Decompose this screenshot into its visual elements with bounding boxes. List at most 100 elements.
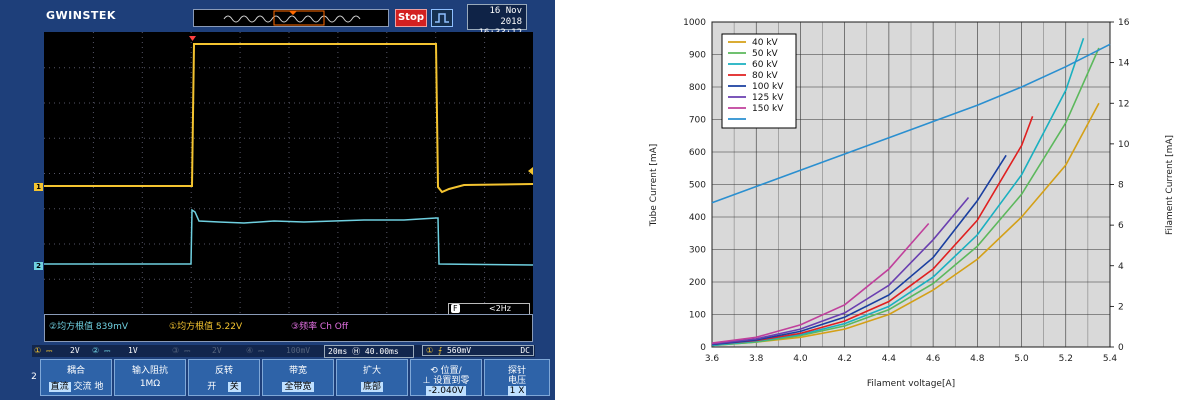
ch3-scale: 2V <box>212 346 222 355</box>
trigger-coupling: DC <box>520 346 530 355</box>
ch2-marker[interactable]: 2 <box>34 262 43 270</box>
y-tick-label: 700 <box>689 116 706 126</box>
coupling-ac: 交流 <box>73 382 92 392</box>
ch2-scale: 1V <box>128 346 138 355</box>
invert-on: 开 <box>207 382 217 392</box>
menu-expand-button[interactable]: 扩大 底部 <box>336 359 408 396</box>
menu-probe-title: 探针 <box>507 366 526 376</box>
position-set-zero: ⊥ 设置到零 <box>422 376 470 386</box>
y2-tick-label: 8 <box>1118 181 1124 191</box>
x-tick-label: 3.6 <box>705 354 720 364</box>
waveform-overview[interactable] <box>193 9 389 27</box>
y-tick-label: 800 <box>689 83 706 93</box>
y2-tick-label: 14 <box>1118 59 1130 69</box>
measurement-ch1-rms: ①均方根值 5.22V <box>169 322 243 332</box>
trigger-badge: F <box>451 304 460 313</box>
legend-label: 60 kV <box>752 60 779 70</box>
menu-bandwidth-title: 带宽 <box>288 366 307 376</box>
invert-off: 关 <box>227 382 241 392</box>
expand-bottom: 底部 <box>360 382 383 392</box>
coupling-gnd: 地 <box>94 382 104 392</box>
x-tick-label: 5.2 <box>1059 354 1073 364</box>
menu-bandwidth-button[interactable]: 带宽 全带宽 <box>262 359 334 396</box>
ch4-scale-icon: ④ ⎓ <box>246 346 265 355</box>
overview-window <box>273 10 325 26</box>
menu-probe-button[interactable]: 探针 电压 1 X <box>484 359 550 396</box>
trigger-level: 560mV <box>446 346 472 355</box>
ch1-scale-icon: ① ⎓ <box>34 346 53 355</box>
waveform-display[interactable]: F <2Hz <box>44 32 534 315</box>
coupling-dc: 直流 <box>48 382 71 392</box>
y2-tick-label: 0 <box>1118 343 1124 353</box>
menu-position-title: ⟲ 位置/ <box>430 366 462 376</box>
ch4-scale: 100mV <box>286 346 311 355</box>
oscilloscope-screenshot: GWINSTEK Stop 16 Nov 2018 16:33:12 1 2 <box>0 0 555 400</box>
overview-waveform <box>223 10 361 26</box>
legend: 40 kV50 kV60 kV80 kV100 kV125 kV150 kV <box>721 33 797 129</box>
menu-coupling-button[interactable]: 耦合 直流 交流 地 <box>40 359 112 396</box>
menu-impedance-button[interactable]: 输入阻抗 1MΩ <box>114 359 186 396</box>
position-value: -2.040V <box>426 386 466 396</box>
legend-label: 100 kV <box>752 82 784 92</box>
trigger-frequency: <2Hz <box>488 304 511 313</box>
trigger-box: ① ⨍ 560mV DC <box>422 345 534 356</box>
datetime-display: 16 Nov 2018 16:33:12 <box>467 4 527 38</box>
y2-tick-label: 4 <box>1118 262 1124 272</box>
date-text: 16 Nov 2018 <box>489 6 522 27</box>
x-tick-label: 4.0 <box>793 354 808 364</box>
y-tick-label: 100 <box>689 311 706 321</box>
status-bar: ① ⎓ 2V ② ⎓ 1V ③ ⎓ 2V ④ ⎓ 100mV 20ms Ⓗ 40… <box>32 345 535 358</box>
y-tick-label: 900 <box>689 51 706 61</box>
y2-tick-label: 6 <box>1118 221 1124 231</box>
y2-axis-label: Filament Current [mA] <box>1165 135 1175 235</box>
x-tick-label: 3.8 <box>749 354 764 364</box>
menu-channel-number: 2 <box>30 359 38 396</box>
y-tick-label: 0 <box>700 343 706 353</box>
legend-label: 40 kV <box>752 38 779 48</box>
channel-menu: 2 耦合 直流 交流 地 输入阻抗 1MΩ 反转 开 关 带宽 全带宽 扩大 底… <box>30 359 550 397</box>
ch1-marker[interactable]: 1 <box>34 183 43 191</box>
x-axis-label: Filament voltage[A] <box>867 379 955 389</box>
x-tick-label: 4.4 <box>882 354 897 364</box>
bandwidth-full: 全带宽 <box>282 382 314 392</box>
ch2-scale-icon: ② ⎓ <box>92 346 111 355</box>
trigger-source-icon: ① ⨍ <box>426 346 447 355</box>
trigger-markers <box>189 36 533 175</box>
menu-coupling-title: 耦合 <box>66 366 85 376</box>
legend-label: 125 kV <box>752 93 784 103</box>
impedance-value: 1MΩ <box>139 379 161 389</box>
x-tick-label: 4.8 <box>970 354 985 364</box>
y-tick-label: 400 <box>689 213 706 223</box>
stop-button[interactable]: Stop <box>395 9 427 27</box>
graticule-grid <box>44 32 530 313</box>
y2-tick-label: 12 <box>1118 99 1129 109</box>
h-position-icon: Ⓗ <box>352 347 365 356</box>
x-tick-label: 4.2 <box>838 354 852 364</box>
h-position: 40.00ms <box>364 347 399 356</box>
measurement-frequency: ③频率 Ch Off <box>291 322 349 332</box>
probe-attenuation: 1 X <box>507 386 527 396</box>
measurement-bar: ②均方根值 839mV ①均方根值 5.22V ③频率 Ch Off <box>44 314 533 342</box>
y-tick-label: 200 <box>689 278 706 288</box>
y-axis-label: Tube Current [mA] <box>649 144 659 228</box>
menu-impedance-title: 输入阻抗 <box>131 366 168 376</box>
probe-type: 电压 <box>507 376 526 386</box>
y2-tick-label: 16 <box>1118 18 1130 28</box>
menu-position-button[interactable]: ⟲ 位置/ ⊥ 设置到零 -2.040V <box>410 359 482 396</box>
waveform-graticule <box>44 32 534 313</box>
menu-invert-button[interactable]: 反转 开 关 <box>188 359 260 396</box>
y-tick-label: 300 <box>689 246 706 256</box>
legend-label: 150 kV <box>752 104 784 114</box>
x-tick-label: 5.4 <box>1103 354 1118 364</box>
ch1-scale: 2V <box>70 346 80 355</box>
x-tick-label: 4.6 <box>926 354 941 364</box>
y2-tick-label: 10 <box>1118 140 1130 150</box>
page: GWINSTEK Stop 16 Nov 2018 16:33:12 1 2 <box>0 0 1200 400</box>
y-tick-label: 600 <box>689 148 706 158</box>
legend-label: 80 kV <box>752 71 779 81</box>
x-tick-label: 5.0 <box>1014 354 1029 364</box>
single-trigger-icon[interactable] <box>431 9 453 27</box>
measurement-ch2-rms: ②均方根值 839mV <box>49 322 129 332</box>
y-tick-label: 1000 <box>683 18 706 28</box>
tube-current-chart: 3.6 3.8 4.0 4.2 4.4 4.6 4.8 5.0 5.2 5.4 0 100 200 300… <box>600 0 1200 400</box>
